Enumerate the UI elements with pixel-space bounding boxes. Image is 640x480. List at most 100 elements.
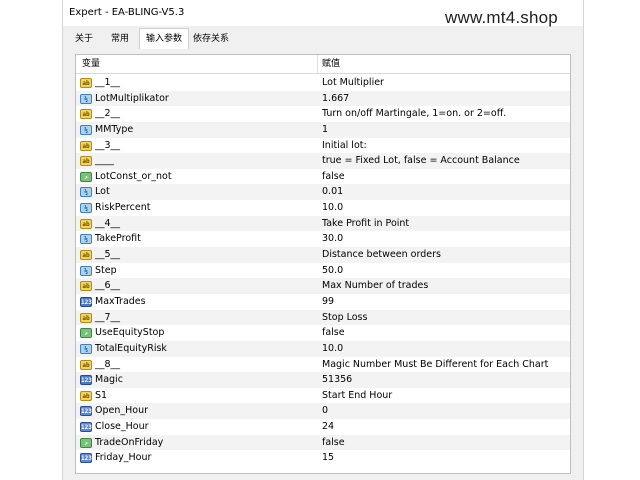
- string-type-icon: ab: [80, 281, 92, 292]
- parameter-value[interactable]: Max Number of trades: [322, 278, 428, 294]
- table-row[interactable]: 123 Friday_Hour 15: [76, 450, 570, 466]
- parameter-value[interactable]: 99: [322, 294, 334, 310]
- parameter-value[interactable]: false: [322, 435, 345, 451]
- table-row[interactable]: ab __3__ Initial lot:: [76, 138, 570, 154]
- int-type-icon: 123: [80, 375, 92, 386]
- parameter-name: TakeProfit: [95, 233, 141, 245]
- parameter-value[interactable]: 24: [322, 419, 334, 435]
- double-type-icon: ½: [80, 265, 92, 276]
- parameter-value[interactable]: 15: [322, 450, 334, 466]
- column-header-value[interactable]: 赋值: [322, 55, 340, 73]
- parameter-name: MMType: [95, 123, 134, 135]
- column-divider[interactable]: [317, 55, 318, 73]
- string-type-icon: ab: [80, 218, 92, 229]
- parameter-name: UseEquityStop: [95, 327, 165, 339]
- parameter-value[interactable]: Start End Hour: [322, 388, 392, 404]
- parameter-value[interactable]: Distance between orders: [322, 247, 441, 263]
- bool-type-icon: ↗: [80, 171, 92, 182]
- bool-type-icon: ↗: [80, 328, 92, 339]
- table-row[interactable]: ½ MMType 1: [76, 121, 570, 138]
- table-row[interactable]: ½ TotalEquityRisk 10.0: [76, 340, 570, 357]
- parameter-value[interactable]: Stop Loss: [322, 310, 367, 326]
- table-row[interactable]: ab __5__ Distance between orders: [76, 247, 570, 263]
- parameter-value[interactable]: 50.0: [322, 263, 343, 279]
- table-row[interactable]: 123 MaxTrades 99: [76, 294, 570, 310]
- parameter-value[interactable]: false: [322, 325, 345, 341]
- string-type-icon: ab: [80, 359, 92, 370]
- double-type-icon: ½: [80, 93, 92, 104]
- watermark-text: www.mt4.shop: [445, 8, 558, 27]
- parameter-value[interactable]: Lot Multiplier: [322, 75, 384, 91]
- table-row[interactable]: ↗ UseEquityStop false: [76, 325, 570, 341]
- parameter-value[interactable]: Initial lot:: [322, 138, 367, 154]
- tab-dependencies[interactable]: 依存关系: [187, 30, 235, 48]
- table-row[interactable]: ab ____ true = Fixed Lot, false = Account …: [76, 153, 570, 169]
- parameter-value[interactable]: 0.01: [322, 184, 343, 200]
- parameter-value[interactable]: false: [322, 169, 345, 185]
- table-row[interactable]: ab __2__ Turn on/off Martingale, 1=on. or…: [76, 106, 570, 122]
- parameter-value[interactable]: Magic Number Must Be Different for Each …: [322, 357, 548, 373]
- table-row[interactable]: 123 Open_Hour 0: [76, 403, 570, 420]
- string-type-icon: ab: [80, 109, 92, 120]
- parameter-value[interactable]: true = Fixed Lot, false = Account Balanc…: [322, 153, 520, 169]
- parameter-name: Open_Hour: [95, 405, 149, 417]
- parameter-value[interactable]: 30.0: [322, 231, 343, 247]
- parameter-name: Lot: [95, 186, 110, 198]
- table-row[interactable]: ab __7__ Stop Loss: [76, 309, 570, 326]
- int-type-icon: 123: [80, 406, 92, 417]
- table-header: 变量 赋值: [76, 55, 570, 74]
- table-row[interactable]: ab __1__ Lot Multiplier: [76, 75, 570, 91]
- tab-about[interactable]: 关于: [69, 30, 99, 48]
- tab-common[interactable]: 常用: [105, 30, 135, 48]
- table-row[interactable]: ab S1 Start End Hour: [76, 388, 570, 404]
- string-type-icon: ab: [80, 250, 92, 261]
- int-type-icon: 123: [80, 296, 92, 307]
- parameter-name: __8__: [95, 358, 121, 370]
- bool-type-icon: ↗: [80, 437, 92, 448]
- parameter-value[interactable]: Take Profit in Point: [322, 216, 409, 232]
- tab-strip: 关于 常用 输入参数 依存关系: [63, 28, 583, 49]
- tab-inputs[interactable]: 输入参数: [139, 28, 190, 49]
- parameter-value[interactable]: Turn on/off Martingale, 1=on. or 2=off.: [322, 106, 506, 122]
- parameter-name: __6__: [95, 280, 121, 292]
- parameter-name: ____: [95, 155, 114, 167]
- string-type-icon: ab: [80, 390, 92, 401]
- table-row[interactable]: ½ TakeProfit 30.0: [76, 231, 570, 247]
- table-row[interactable]: 123 Magic 51356: [76, 372, 570, 388]
- double-type-icon: ½: [80, 203, 92, 214]
- parameter-name: __1__: [95, 77, 121, 88]
- parameter-name: __5__: [95, 249, 121, 261]
- table-row[interactable]: ab __6__ Max Number of trades: [76, 278, 570, 294]
- parameter-name: LotConst_or_not: [95, 170, 172, 182]
- parameter-name: __3__: [95, 139, 121, 151]
- table-row[interactable]: ↗ TradeOnFriday false: [76, 434, 570, 451]
- parameter-value[interactable]: 0: [322, 403, 328, 419]
- parameter-name: Magic: [95, 374, 123, 386]
- double-type-icon: ½: [80, 124, 92, 135]
- int-type-icon: 123: [80, 422, 92, 433]
- table-row[interactable]: ½ RiskPercent 10.0: [76, 200, 570, 216]
- double-type-icon: ½: [80, 343, 92, 354]
- table-row[interactable]: ab __4__ Take Profit in Point: [76, 215, 570, 232]
- parameter-name: __4__: [95, 217, 121, 229]
- parameter-value[interactable]: 10.0: [322, 341, 343, 357]
- table-row[interactable]: ½ LotMultiplikator 1.667: [76, 90, 570, 107]
- expert-properties-window: Expert - EA-BLING-V5.3 关于 常用 输入参数 依存关系 变…: [62, 0, 584, 480]
- table-row[interactable]: ½ Lot 0.01: [76, 184, 570, 201]
- window-title: Expert - EA-BLING-V5.3: [69, 7, 185, 18]
- string-type-icon: ab: [80, 140, 92, 151]
- parameter-value[interactable]: 10.0: [322, 200, 343, 216]
- column-header-variable[interactable]: 变量: [82, 55, 100, 73]
- table-row[interactable]: ↗ LotConst_or_not false: [76, 169, 570, 185]
- parameter-value[interactable]: 1: [322, 122, 328, 138]
- inputs-table: 变量 赋值 ab __1__ Lot Multiplier ½ LotMultiplik…: [75, 54, 571, 474]
- table-row[interactable]: ab __8__ Magic Number Must Be Different fo…: [76, 357, 570, 373]
- parameter-name: __2__: [95, 108, 121, 120]
- parameter-name: TotalEquityRisk: [95, 342, 167, 354]
- parameter-value[interactable]: 1.667: [322, 91, 349, 107]
- parameter-name: RiskPercent: [95, 202, 151, 214]
- parameter-value[interactable]: 51356: [322, 372, 352, 388]
- table-row[interactable]: 123 Close_Hour 24: [76, 419, 570, 435]
- string-type-icon: ab: [80, 312, 92, 323]
- table-row[interactable]: ½ Step 50.0: [76, 263, 570, 279]
